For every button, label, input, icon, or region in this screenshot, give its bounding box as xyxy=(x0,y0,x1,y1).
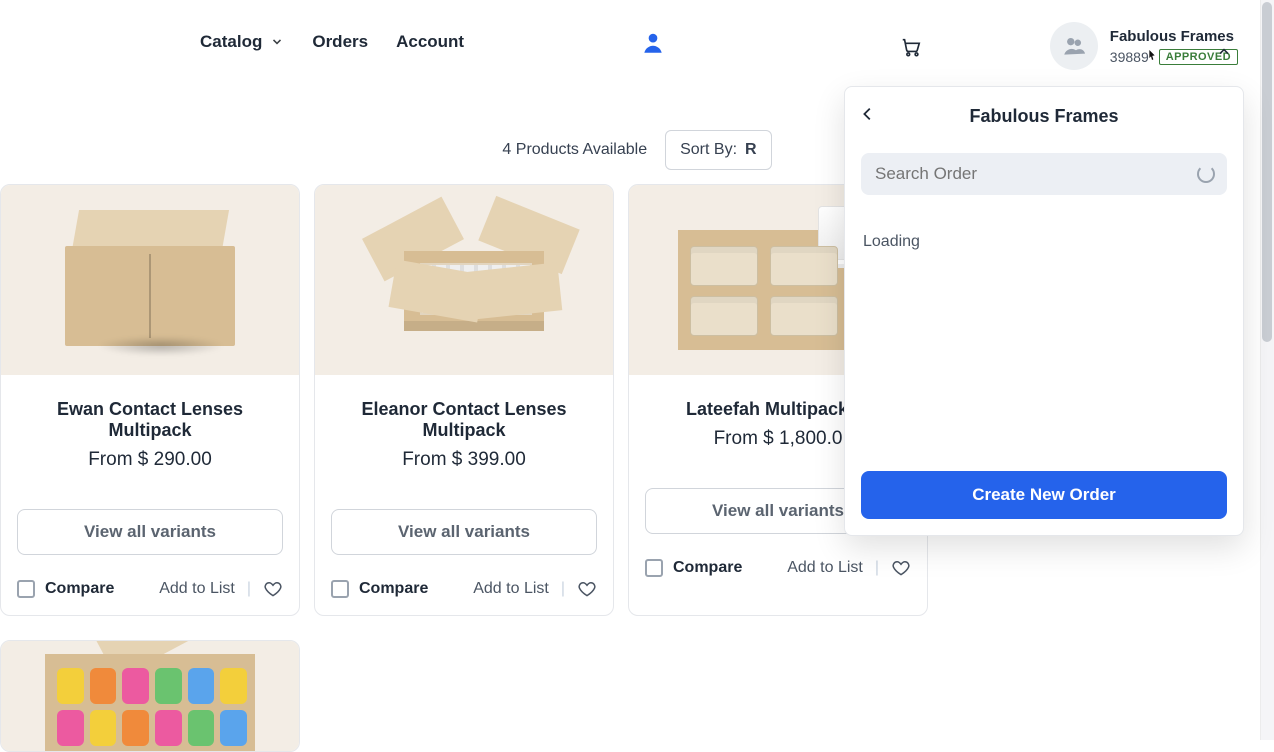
orders-panel-header: Fabulous Frames xyxy=(845,87,1243,145)
nav-account[interactable]: Account xyxy=(396,32,464,52)
sort-value: R xyxy=(745,141,757,159)
product-image xyxy=(315,185,613,375)
nav-catalog-label: Catalog xyxy=(200,32,262,52)
header: Catalog Orders Account Fabulous Frames 3… xyxy=(0,0,1274,84)
orders-panel-title: Fabulous Frames xyxy=(969,106,1118,127)
heart-icon[interactable] xyxy=(263,579,283,599)
search-order[interactable] xyxy=(861,153,1227,195)
product-image xyxy=(1,185,299,375)
product-card: Ewan Contact Lenses Multipack From $ 290… xyxy=(0,184,300,616)
compare-label: Compare xyxy=(359,580,428,598)
view-variants-button[interactable]: View all variants xyxy=(17,509,283,555)
product-card xyxy=(0,640,300,752)
compare-checkbox[interactable] xyxy=(645,559,663,577)
product-price: From $ 399.00 xyxy=(315,449,613,471)
orders-panel: Fabulous Frames Loading Create New Order xyxy=(844,86,1244,536)
create-new-order-button[interactable]: Create New Order xyxy=(861,471,1227,519)
loading-text: Loading xyxy=(861,195,1227,471)
sort-select[interactable]: Sort By: R xyxy=(665,130,771,170)
primary-nav: Catalog Orders Account xyxy=(200,32,464,52)
available-count: 4 Products Available xyxy=(502,141,647,159)
card-footer: Compare Add to List | xyxy=(315,579,613,615)
add-to-list-link[interactable]: Add to List xyxy=(787,559,863,577)
cart-icon[interactable] xyxy=(900,36,922,58)
product-card: Eleanor Contact Lenses Multipack From $ … xyxy=(314,184,614,616)
nav-catalog[interactable]: Catalog xyxy=(200,32,284,52)
account-name: Fabulous Frames xyxy=(1110,28,1238,45)
separator: | xyxy=(875,559,879,577)
compare-label: Compare xyxy=(673,559,742,577)
separator: | xyxy=(247,580,251,598)
separator: | xyxy=(561,580,565,598)
loading-spinner-icon xyxy=(1197,165,1215,183)
product-illustration xyxy=(35,640,265,752)
product-price: From $ 290.00 xyxy=(1,449,299,471)
product-grid-row-2 xyxy=(0,640,1274,752)
add-to-list-link[interactable]: Add to List xyxy=(473,580,549,598)
search-order-input[interactable] xyxy=(873,163,1197,185)
product-image xyxy=(1,641,299,751)
chevron-up-icon[interactable] xyxy=(1216,44,1232,60)
back-icon[interactable] xyxy=(859,105,881,127)
view-variants-button[interactable]: View all variants xyxy=(331,509,597,555)
compare-label: Compare xyxy=(45,580,114,598)
avatar xyxy=(1050,22,1098,70)
add-to-list-link[interactable]: Add to List xyxy=(159,580,235,598)
compare-checkbox[interactable] xyxy=(331,580,349,598)
user-icon[interactable] xyxy=(640,30,666,56)
orders-panel-body: Loading Create New Order xyxy=(845,145,1243,535)
product-illustration xyxy=(364,205,564,355)
scrollbar-track[interactable] xyxy=(1260,0,1274,740)
compare-checkbox[interactable] xyxy=(17,580,35,598)
sort-label: Sort By: xyxy=(680,141,737,159)
nav-orders[interactable]: Orders xyxy=(312,32,368,52)
heart-icon[interactable] xyxy=(577,579,597,599)
product-name: Eleanor Contact Lenses Multipack xyxy=(327,399,601,441)
nav-orders-label: Orders xyxy=(312,32,368,52)
account-chip[interactable]: Fabulous Frames 39889 APPROVED xyxy=(1050,22,1238,70)
chevron-down-icon xyxy=(270,35,284,49)
card-footer: Compare Add to List | xyxy=(1,579,299,615)
account-id: 39889 xyxy=(1110,49,1149,65)
card-footer: Compare Add to List | xyxy=(629,558,927,594)
nav-account-label: Account xyxy=(396,32,464,52)
product-illustration xyxy=(65,210,235,350)
product-name: Ewan Contact Lenses Multipack xyxy=(13,399,287,441)
heart-icon[interactable] xyxy=(891,558,911,578)
